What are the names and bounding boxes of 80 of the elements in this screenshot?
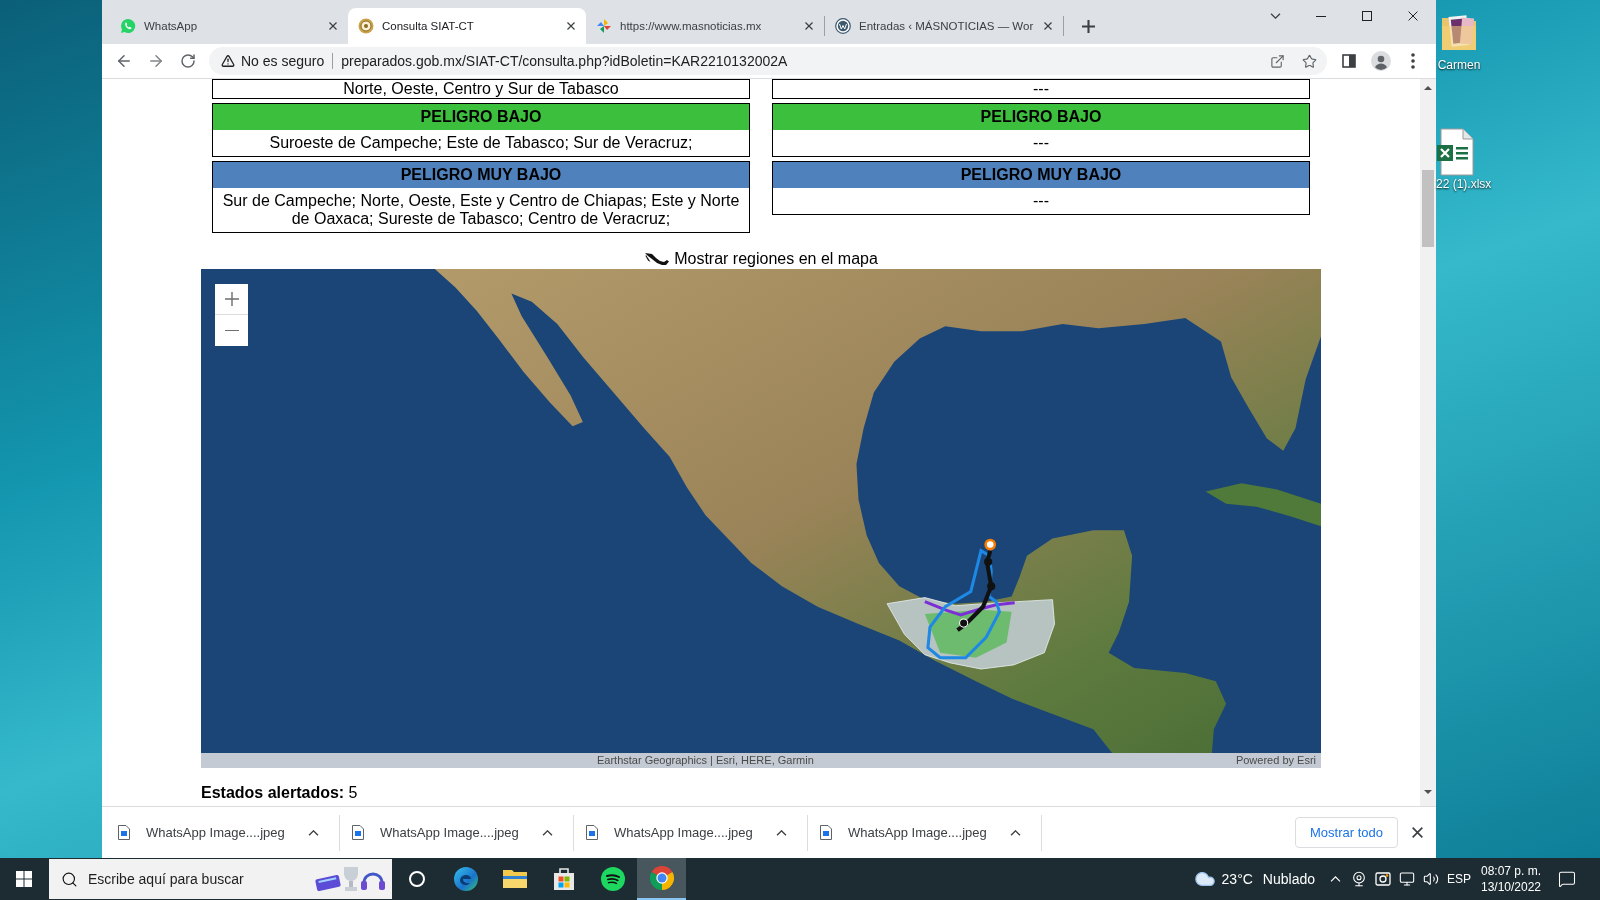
clock[interactable]: 08:07 p. m. 13/10/2022 bbox=[1475, 858, 1547, 900]
person-avatar-icon bbox=[1371, 51, 1391, 71]
menu-icon bbox=[1411, 53, 1415, 69]
close-icon bbox=[1411, 827, 1423, 838]
scrollbar-thumb[interactable] bbox=[1422, 170, 1434, 247]
download-filename[interactable]: WhatsApp Image....jpeg bbox=[380, 822, 519, 843]
danger-level-header: PELIGRO MUY BAJO bbox=[213, 162, 749, 188]
search-input[interactable]: Escribe aquí para buscar bbox=[88, 867, 314, 891]
plus-icon bbox=[1081, 19, 1095, 33]
spotify-icon bbox=[600, 867, 625, 891]
zoom-in-button[interactable] bbox=[215, 284, 248, 315]
danger-level-header: PELIGRO BAJO bbox=[213, 104, 749, 130]
up-triangle-icon bbox=[1424, 85, 1432, 90]
regions-text: --- bbox=[1032, 191, 1050, 211]
attribution-text: Earthstar Geographics | Esri, HERE, Garmin bbox=[597, 753, 814, 768]
ring-icon bbox=[408, 871, 425, 887]
security-indicator[interactable]: No es seguro bbox=[221, 50, 325, 72]
chat-bubble-icon bbox=[120, 18, 136, 34]
danger-level-header: PELIGRO BAJO bbox=[773, 104, 1309, 130]
download-filename[interactable]: WhatsApp Image....jpeg bbox=[146, 822, 285, 843]
regions-text: --- bbox=[1032, 80, 1050, 98]
down-triangle-icon bbox=[1424, 789, 1432, 794]
download-filename[interactable]: WhatsApp Image....jpeg bbox=[614, 822, 753, 843]
star-icon bbox=[1301, 53, 1317, 69]
close-icon bbox=[1408, 11, 1418, 21]
download-filename[interactable]: WhatsApp Image....jpeg bbox=[848, 822, 987, 843]
regions-text: Norte, Oeste, Centro y Sur de Tabasco bbox=[342, 80, 620, 98]
caret-icon bbox=[307, 829, 319, 836]
windows-logo-icon bbox=[16, 871, 32, 887]
close-icon bbox=[329, 22, 337, 30]
folder-icon bbox=[1441, 12, 1477, 52]
emblem-icon bbox=[358, 18, 374, 34]
side-panel-icon bbox=[1342, 54, 1356, 68]
share-icon bbox=[1269, 53, 1285, 69]
search-field[interactable]: Escribe aquí para buscar bbox=[49, 859, 392, 899]
close-icon bbox=[1044, 22, 1052, 30]
chevron-down-icon bbox=[1269, 13, 1281, 19]
close-icon bbox=[567, 22, 575, 30]
close-icon bbox=[805, 22, 813, 30]
language-indicator[interactable]: ESP bbox=[1443, 858, 1475, 900]
notification-icon bbox=[1558, 870, 1576, 888]
storm-center-marker bbox=[984, 538, 997, 551]
caret-icon bbox=[541, 829, 553, 836]
shopping-bag-icon bbox=[553, 868, 574, 890]
powered-by-text: Powered by Esri bbox=[1235, 753, 1316, 768]
webcam-icon bbox=[1351, 871, 1367, 887]
url-text[interactable]: preparados.gob.mx/SIAT-CT/consulta.php?idBoletin=KAR2210132002A bbox=[341, 50, 788, 72]
show-all-button[interactable]: Mostrar todo bbox=[1295, 817, 1398, 848]
browser-tab[interactable]: Consulta SIAT-CT bbox=[348, 8, 586, 44]
weather-widget[interactable]: 23°C Nublado bbox=[1193, 858, 1315, 900]
forward-arrow-icon bbox=[147, 52, 165, 70]
caret-icon bbox=[1009, 829, 1021, 836]
network-icon bbox=[1399, 871, 1415, 887]
edge-icon bbox=[453, 867, 478, 891]
country-silhouette-icon bbox=[644, 252, 671, 266]
folder-icon bbox=[502, 870, 527, 888]
image-file-icon bbox=[352, 825, 364, 840]
caret-icon bbox=[775, 829, 787, 836]
minimize-icon bbox=[1316, 15, 1326, 17]
caret-icon bbox=[1329, 876, 1341, 882]
zoom-in-icon bbox=[224, 292, 239, 306]
search-icon bbox=[61, 870, 78, 888]
regions-text: Suroeste de Campeche; Este de Tabasco; Sur de Veracruz; bbox=[268, 133, 694, 153]
pinwheel-icon bbox=[596, 18, 612, 34]
chrome-icon bbox=[649, 866, 674, 890]
tray-app-icon bbox=[1375, 872, 1391, 886]
address-bar[interactable]: No es seguro preparados.gob.mx/SIAT-CT/consulta.php?idBoletin=KAR2210132002A bbox=[209, 47, 1327, 75]
regions-text: --- bbox=[1032, 133, 1050, 153]
volume-icon bbox=[1423, 871, 1439, 887]
reload-icon bbox=[180, 53, 196, 69]
alerted-states-text: Estados alertados: 5 bbox=[201, 784, 359, 802]
image-file-icon bbox=[586, 825, 598, 840]
regions-text: Sur de Campeche; Norte, Oeste, Este y Centro de Chiapas; Este y Norte de Oaxaca; Sureste de Tabasco; Centro de Veracruz; bbox=[221, 191, 741, 229]
danger-level-header: PELIGRO MUY BAJO bbox=[773, 162, 1309, 188]
maximize-icon bbox=[1362, 11, 1372, 21]
warning-icon bbox=[221, 54, 235, 68]
image-file-icon bbox=[118, 825, 130, 840]
show-regions-button[interactable]: Mostrar regiones en el mapa bbox=[644, 250, 878, 268]
image-file-icon bbox=[820, 825, 832, 840]
logo-circle-icon bbox=[835, 18, 851, 34]
